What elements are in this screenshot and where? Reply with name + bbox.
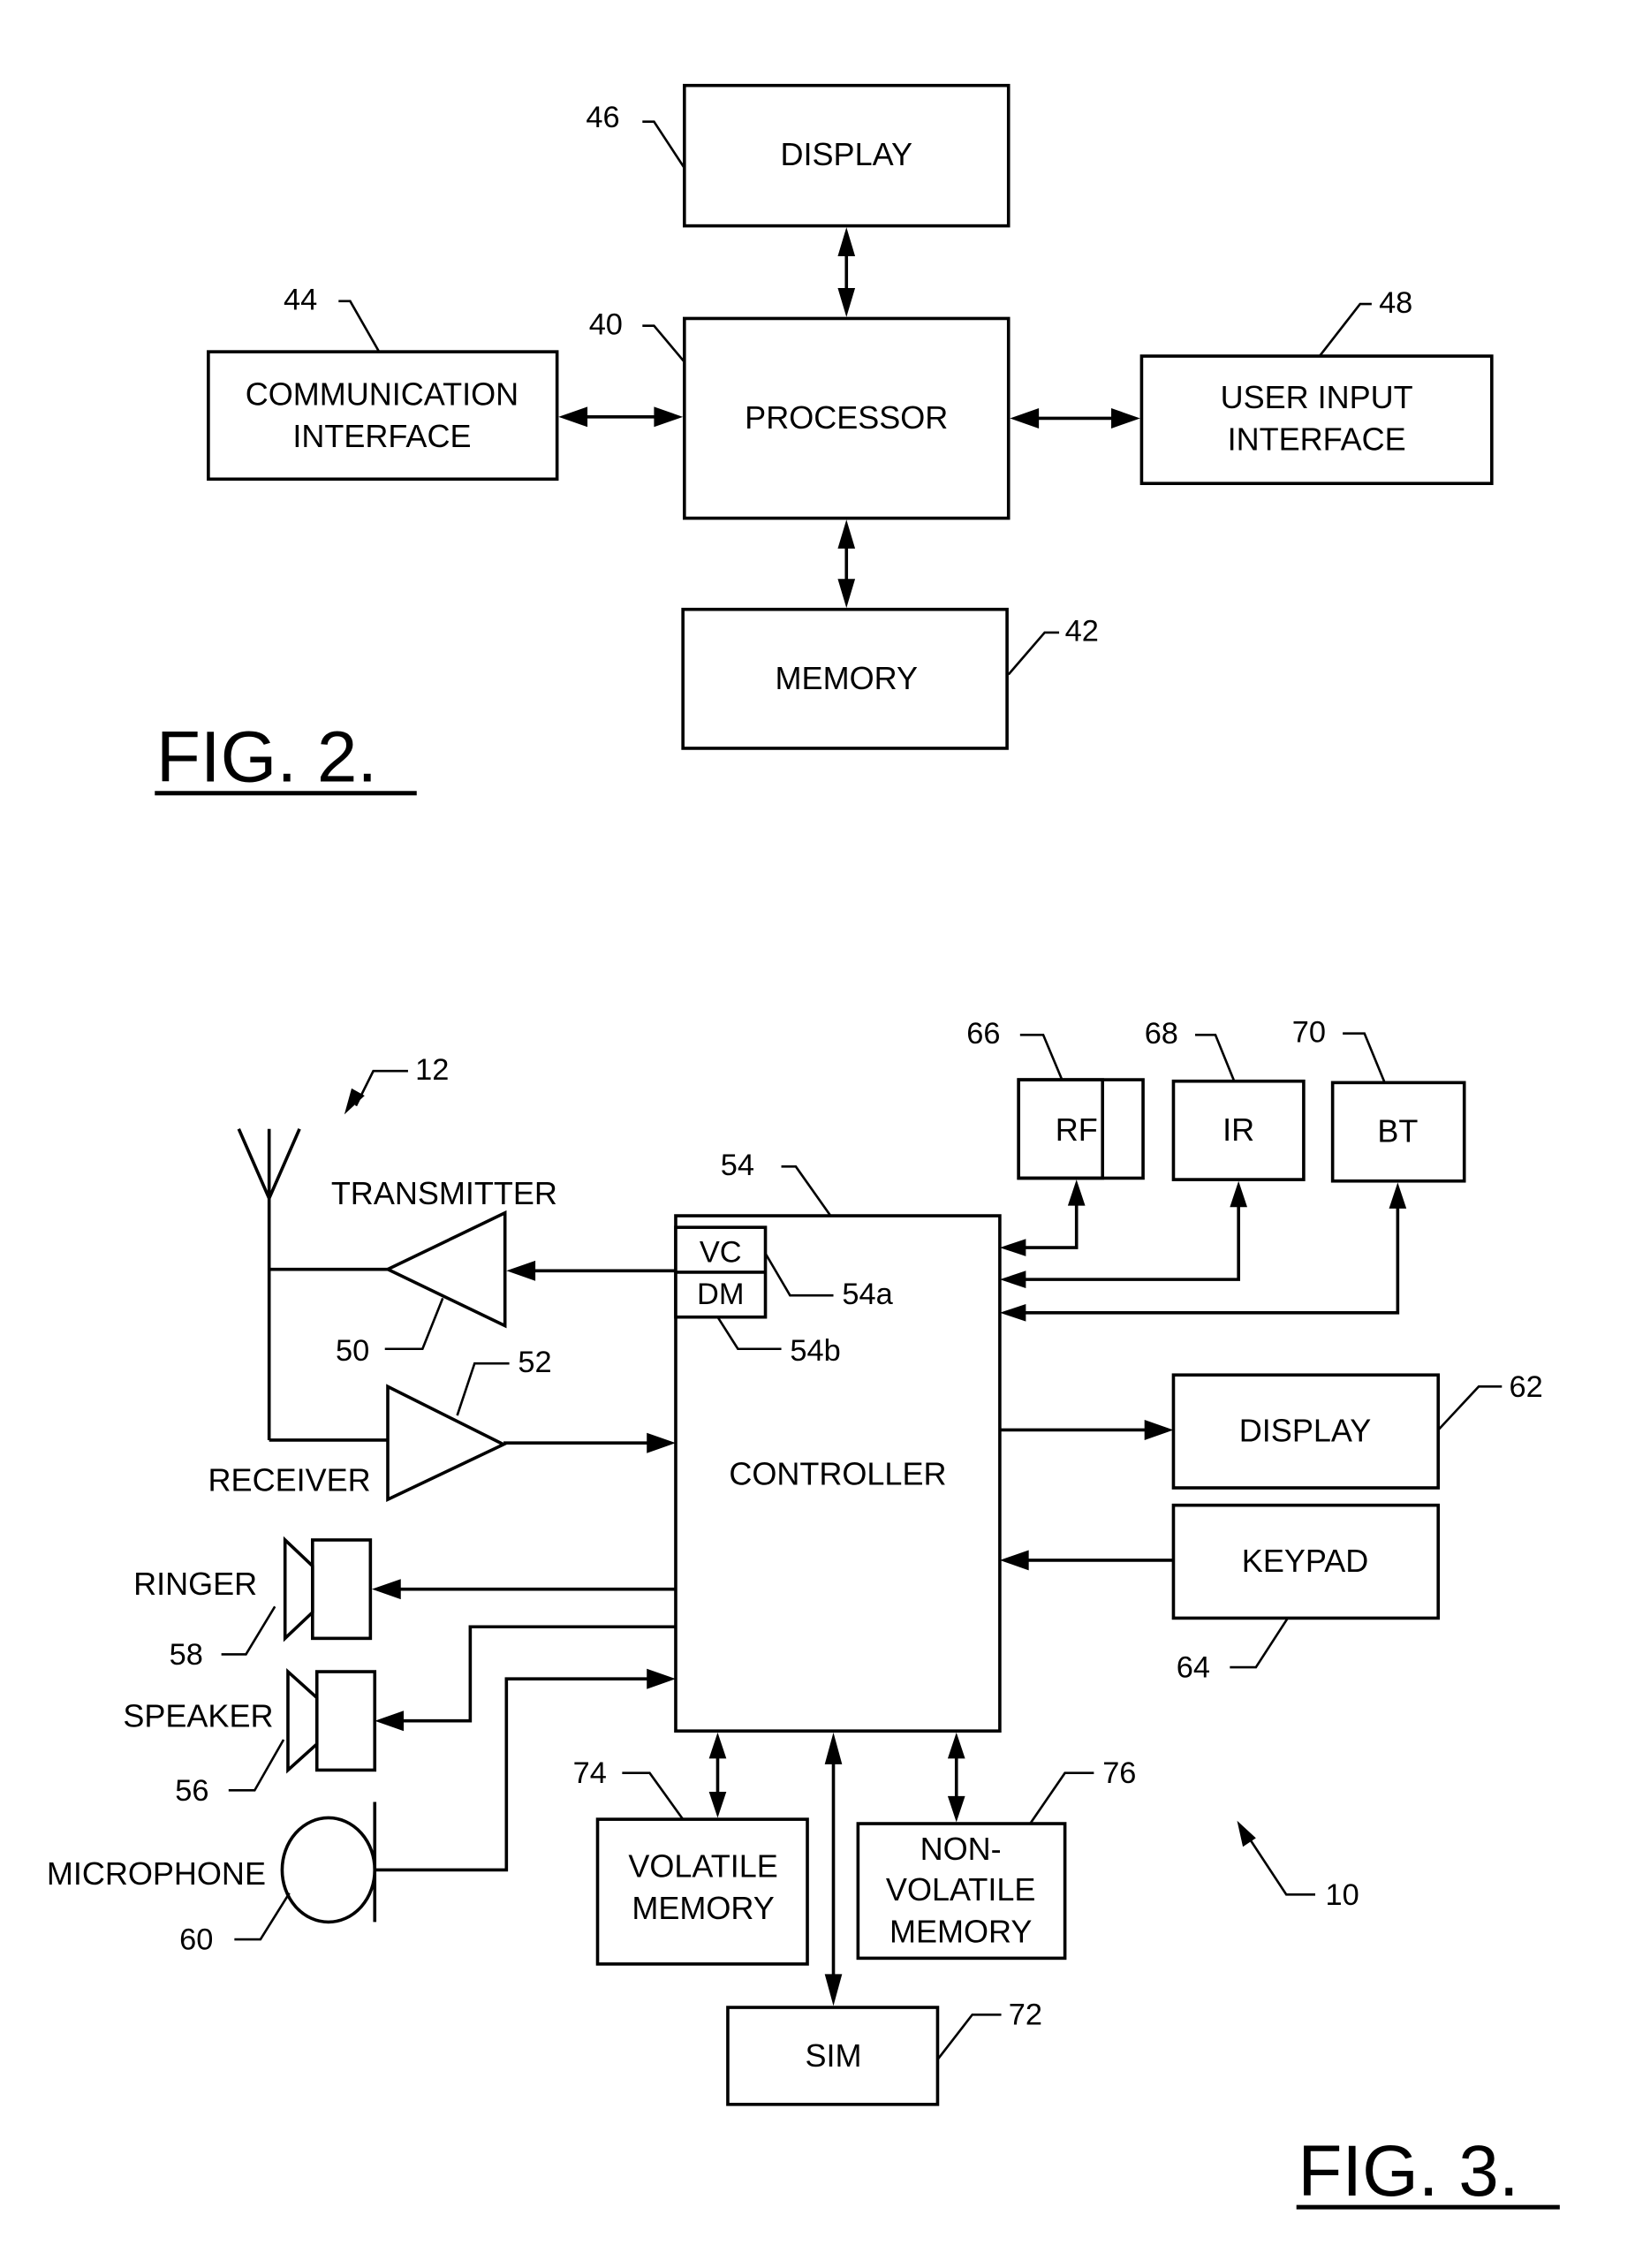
- sim-label: SIM: [806, 2037, 862, 2074]
- keypad-ref: 64: [1177, 1651, 1210, 1685]
- fig2: DISPLAY 46 PROCESSOR 40 COMMUNICATION IN…: [155, 83, 1494, 798]
- fig2-processor-block: PROCESSOR 40: [589, 307, 1011, 520]
- speaker-label: SPEAKER: [123, 1697, 273, 1733]
- volatile-memory-line1: VOLATILE: [628, 1848, 777, 1885]
- antenna-ref: 12: [415, 1053, 449, 1087]
- controller-transmitter-arrow: [506, 1260, 676, 1281]
- vc-ref: 54a: [842, 1278, 893, 1311]
- fig2-processor-userinput-arrow: [1010, 408, 1140, 429]
- sim-block: SIM 72: [726, 1999, 1042, 2106]
- rf-label: RF: [1056, 1111, 1098, 1148]
- ir-controller-arrow: [999, 1180, 1248, 1288]
- antenna-ref-leader: [354, 1069, 408, 1107]
- fig2-display-block: DISPLAY 46: [586, 83, 1011, 228]
- rf-ref: 66: [966, 1017, 1000, 1051]
- vc-label: VC: [700, 1235, 742, 1269]
- fig3-display-block: DISPLAY 62: [1171, 1370, 1543, 1490]
- non-volatile-memory-line3: MEMORY: [889, 1913, 1032, 1949]
- ir-label: IR: [1222, 1111, 1254, 1148]
- keypad-label: KEYPAD: [1242, 1543, 1368, 1579]
- fig2-processor-label: PROCESSOR: [745, 399, 948, 436]
- fig3: 12 TRANSMITTER 50 RECEIVER 52 CONTROLLER…: [47, 1015, 1560, 2211]
- fig2-user-input-line1: USER INPUT: [1221, 379, 1413, 415]
- ringer-ref: 58: [170, 1638, 203, 1672]
- transmitter-ref: 50: [336, 1334, 369, 1368]
- microphone-ref: 60: [179, 1923, 213, 1957]
- ringer-label: RINGER: [133, 1566, 257, 1602]
- receiver-controller-arrow: [503, 1432, 676, 1453]
- fig2-memory-ref: 42: [1065, 615, 1099, 649]
- fig2-user-input-interface-block: USER INPUT INTERFACE 48: [1139, 286, 1494, 485]
- fig2-display-processor-arrow: [837, 227, 856, 317]
- fig2-processor-ref: 40: [589, 307, 623, 341]
- ringer: RINGER 58: [133, 1536, 373, 1672]
- fig2-communication-ref: 44: [284, 284, 317, 317]
- fig3-display-label: DISPLAY: [1239, 1413, 1371, 1449]
- receiver: RECEIVER 52: [208, 1346, 552, 1502]
- speaker: SPEAKER 56: [123, 1667, 377, 1808]
- receiver-label: RECEIVER: [208, 1461, 371, 1498]
- bt-block: BT 70: [1292, 1015, 1466, 1183]
- controller-sim-arrow: [824, 1732, 843, 2006]
- fig3-display-ref: 62: [1509, 1370, 1542, 1404]
- fig2-comm-processor-arrow: [558, 406, 684, 428]
- microphone: MICROPHONE 60: [47, 1802, 377, 1957]
- dm-ref: 54b: [790, 1334, 840, 1368]
- ir-block: IR 68: [1145, 1017, 1306, 1181]
- volatile-memory-line2: MEMORY: [632, 1890, 774, 1926]
- ir-ref: 68: [1145, 1017, 1178, 1051]
- controller-nonvolatile-arrow: [947, 1732, 965, 1823]
- fig2-user-input-line2: INTERFACE: [1228, 421, 1406, 458]
- fig2-communication-line2: INTERFACE: [292, 418, 471, 454]
- fig3-caption: FIG. 3.: [1298, 2131, 1518, 2211]
- fig2-communication-interface-block: COMMUNICATION INTERFACE 44: [207, 284, 559, 482]
- fig2-caption: FIG. 2.: [156, 717, 377, 798]
- non-volatile-memory-line2: VOLATILE: [886, 1871, 1035, 1908]
- non-volatile-memory-line1: NON-: [920, 1831, 1002, 1867]
- non-volatile-memory-block: NON- VOLATILE MEMORY 76: [856, 1756, 1136, 1961]
- fig2-processor-memory-arrow: [837, 520, 856, 609]
- microphone-label: MICROPHONE: [47, 1855, 266, 1892]
- fig2-memory-block: MEMORY 42: [681, 607, 1099, 750]
- controller-label: CONTROLLER: [729, 1456, 946, 1492]
- keypad-controller-arrow: [999, 1550, 1174, 1571]
- controller-ref: 54: [721, 1149, 754, 1182]
- controller-volatile-arrow: [708, 1732, 727, 1818]
- device-ref-leader: [1245, 1834, 1315, 1896]
- keypad-block: KEYPAD 64: [1171, 1503, 1441, 1685]
- device-ref: 10: [1325, 1878, 1359, 1912]
- transmitter-label: TRANSMITTER: [331, 1175, 557, 1211]
- controller-display-arrow: [999, 1420, 1174, 1440]
- receiver-ref: 52: [518, 1346, 551, 1379]
- controller-ringer-arrow: [371, 1579, 676, 1600]
- rf-block: RF 66: [966, 1017, 1104, 1180]
- fig2-display-label: DISPLAY: [781, 136, 912, 172]
- bt-ref: 70: [1292, 1015, 1326, 1049]
- controller-block: CONTROLLER 54 VC DM 54a 54b: [674, 1149, 1002, 1733]
- speaker-ref: 56: [175, 1774, 208, 1808]
- rf-controller-arrow: [999, 1180, 1086, 1256]
- fig2-memory-label: MEMORY: [776, 660, 918, 696]
- volatile-memory-block: VOLATILE MEMORY 74: [573, 1756, 809, 1966]
- fig2-communication-line1: COMMUNICATION: [246, 376, 519, 413]
- non-volatile-memory-ref: 76: [1102, 1756, 1136, 1790]
- bt-label: BT: [1377, 1113, 1418, 1149]
- bt-controller-arrow: [999, 1182, 1407, 1322]
- sim-ref: 72: [1009, 1999, 1042, 2032]
- volatile-memory-ref: 74: [573, 1756, 607, 1790]
- fig2-display-ref: 46: [586, 101, 619, 134]
- fig2-user-input-ref: 48: [1379, 286, 1412, 320]
- dm-label: DM: [697, 1278, 744, 1311]
- patent-figures: DISPLAY 46 PROCESSOR 40 COMMUNICATION IN…: [47, 83, 1560, 2211]
